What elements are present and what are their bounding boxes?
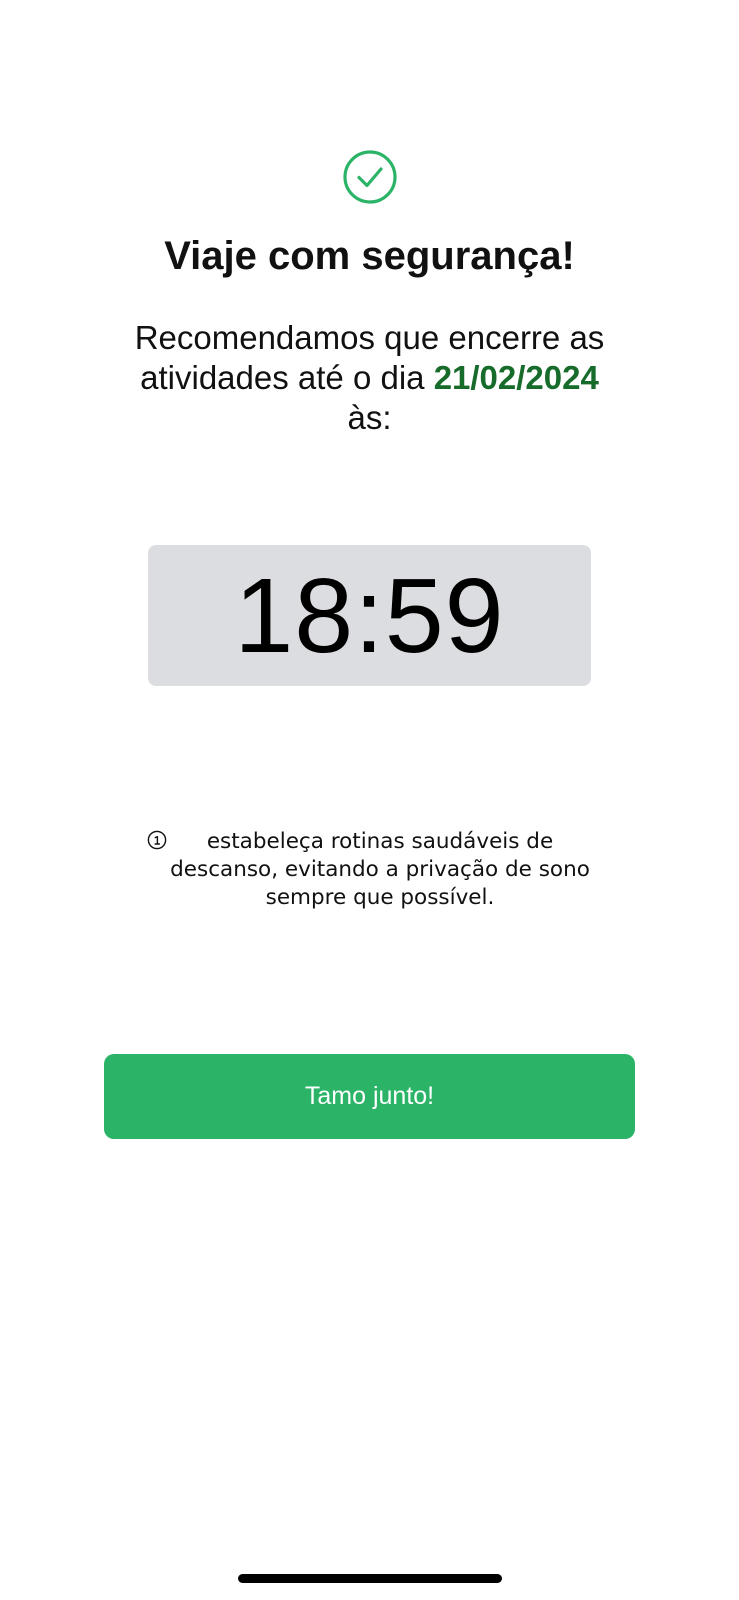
- safe-travel-screen: Viaje com segurança! Recomendamos que en…: [0, 0, 739, 1600]
- rest-tip-text: estabeleça rotinas saudáveis de descanso…: [170, 829, 590, 910]
- home-indicator[interactable]: [238, 1574, 502, 1583]
- deadline-time-box: 18:59: [148, 545, 591, 686]
- page-title: Viaje com segurança!: [164, 234, 575, 278]
- recommendation-suffix: às:: [347, 399, 392, 436]
- check-circle-icon: [341, 148, 399, 206]
- recommended-date: 21/02/2024: [433, 359, 599, 396]
- deadline-time: 18:59: [234, 556, 505, 675]
- confirm-button[interactable]: Tamo junto!: [104, 1054, 635, 1139]
- recommendation-message: Recomendamos que encerre as atividades a…: [120, 318, 619, 438]
- info-icon: [147, 830, 167, 850]
- confirm-button-label: Tamo junto!: [304, 1082, 435, 1110]
